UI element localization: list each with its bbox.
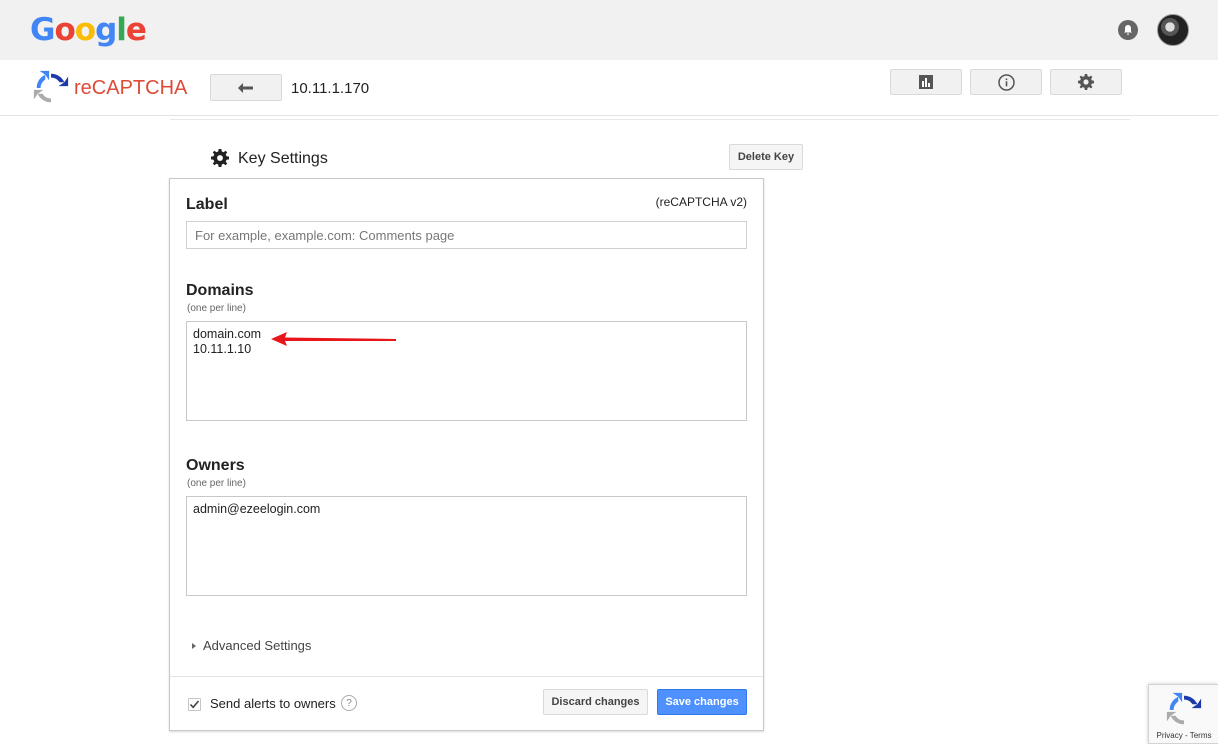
domains-field-title: Domains [186,282,254,299]
recaptcha-badge[interactable]: Privacy - Terms [1148,684,1218,744]
content-divider [170,119,1130,120]
send-alerts-checkbox[interactable] [188,698,201,711]
google-logo[interactable]: Google [30,12,147,48]
site-name: 10.11.1.170 [291,80,370,97]
back-button[interactable] [210,74,282,101]
recaptcha-logo-icon[interactable] [32,69,70,107]
owners-field-title: Owners [186,457,245,474]
label-field-title: Label [186,196,228,213]
settings-button[interactable] [1050,69,1122,95]
key-settings-title: Key Settings [238,150,328,167]
product-title[interactable]: reCAPTCHA [74,77,187,100]
bar-chart-icon [919,75,933,89]
domains-hint: (one per line) [187,303,246,314]
expand-triangle-icon [192,642,196,649]
badge-links: Privacy - Terms [1149,731,1218,740]
delete-key-button[interactable]: Delete Key [729,144,803,170]
account-avatar[interactable] [1157,14,1189,46]
owners-textarea[interactable] [186,496,747,596]
logo-letter: G [30,12,55,48]
recaptcha-badge-logo-icon [1166,692,1202,725]
back-arrow-icon [238,82,253,93]
link-separator: - [1182,731,1190,740]
logo-letter: g [95,12,117,48]
google-bar: Google [0,0,1218,60]
logo-letter: o [54,12,75,48]
terms-link[interactable]: Terms [1190,731,1212,740]
recaptcha-header: reCAPTCHA 10.11.1.170 [0,60,1218,116]
logo-letter: e [125,12,147,48]
card-footer: Send alerts to owners ? Discard changes … [170,676,763,731]
advanced-settings-toggle[interactable]: Advanced Settings [192,638,311,653]
info-icon [997,73,1015,91]
recaptcha-version: (reCAPTCHA v2) [655,195,747,209]
logo-letter: l [116,12,127,48]
discard-changes-button[interactable]: Discard changes [543,689,648,715]
owners-hint: (one per line) [187,478,246,489]
gear-icon [1078,74,1094,90]
label-input[interactable] [186,221,747,249]
analytics-button[interactable] [890,69,962,95]
checkmark-icon [189,700,200,709]
save-changes-button[interactable]: Save changes [657,689,747,715]
domains-textarea[interactable] [186,321,747,421]
info-button[interactable] [970,69,1042,95]
privacy-link[interactable]: Privacy [1157,731,1183,740]
help-icon[interactable]: ? [341,695,357,711]
logo-letter: o [74,12,96,48]
key-settings-card: (reCAPTCHA v2) Label Domains (one per li… [169,178,764,731]
send-alerts-label[interactable]: Send alerts to owners [210,696,336,711]
key-settings-gear-icon [211,149,229,167]
notifications-bell-icon[interactable] [1118,20,1138,40]
advanced-settings-label: Advanced Settings [203,638,312,653]
